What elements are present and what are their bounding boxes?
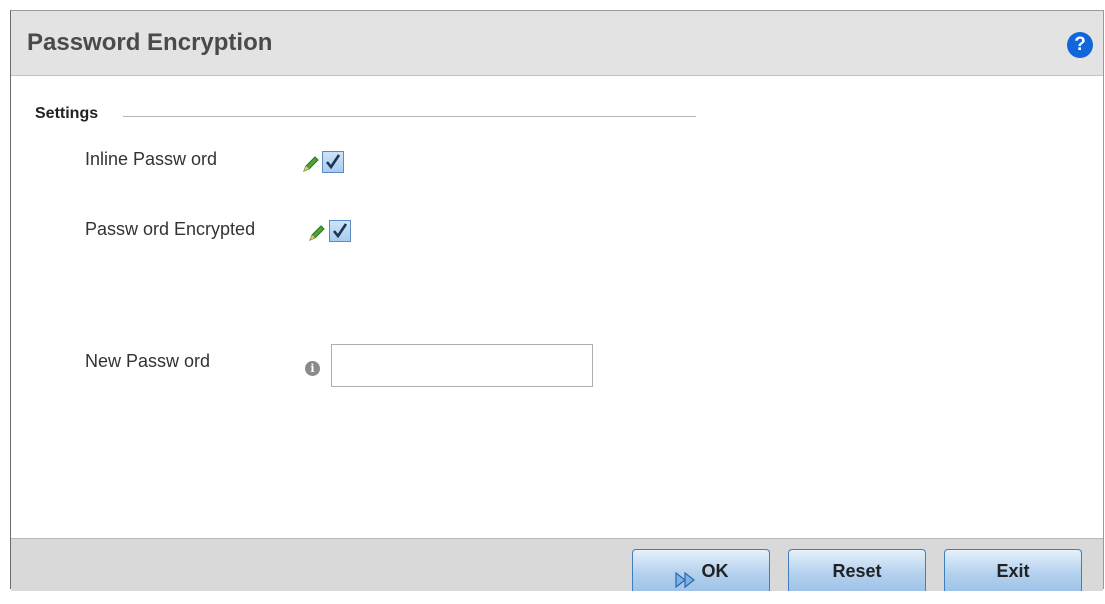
password-encrypted-label: Passw ord Encrypted bbox=[85, 219, 256, 239]
inline-password-label: Inline Passw ord bbox=[85, 149, 218, 169]
info-icon: i bbox=[305, 361, 320, 376]
pencil-icon bbox=[301, 154, 321, 174]
new-password-label: New Passw ord bbox=[85, 351, 211, 371]
footer-bar: OK Reset Exit bbox=[11, 538, 1103, 591]
inline-password-checkbox[interactable] bbox=[322, 151, 344, 173]
section-divider bbox=[123, 116, 696, 117]
exit-button-label: Exit bbox=[996, 561, 1030, 581]
password-encryption-dialog: Password Encryption ? Settings Inline Pa… bbox=[10, 10, 1104, 591]
dialog-title: Password Encryption bbox=[27, 29, 273, 56]
help-icon[interactable]: ? bbox=[1067, 32, 1093, 58]
reset-button[interactable]: Reset bbox=[788, 549, 926, 591]
ok-arrow-icon bbox=[674, 562, 698, 588]
ok-button[interactable]: OK bbox=[632, 549, 770, 591]
new-password-input[interactable] bbox=[331, 344, 593, 387]
settings-section-label: Settings bbox=[35, 105, 99, 122]
reset-button-label: Reset bbox=[832, 561, 882, 581]
pencil-icon bbox=[307, 223, 327, 243]
ok-button-label: OK bbox=[701, 561, 729, 581]
password-encrypted-checkbox[interactable] bbox=[329, 220, 351, 242]
title-bar: Password Encryption ? bbox=[11, 11, 1103, 76]
exit-button[interactable]: Exit bbox=[944, 549, 1082, 591]
